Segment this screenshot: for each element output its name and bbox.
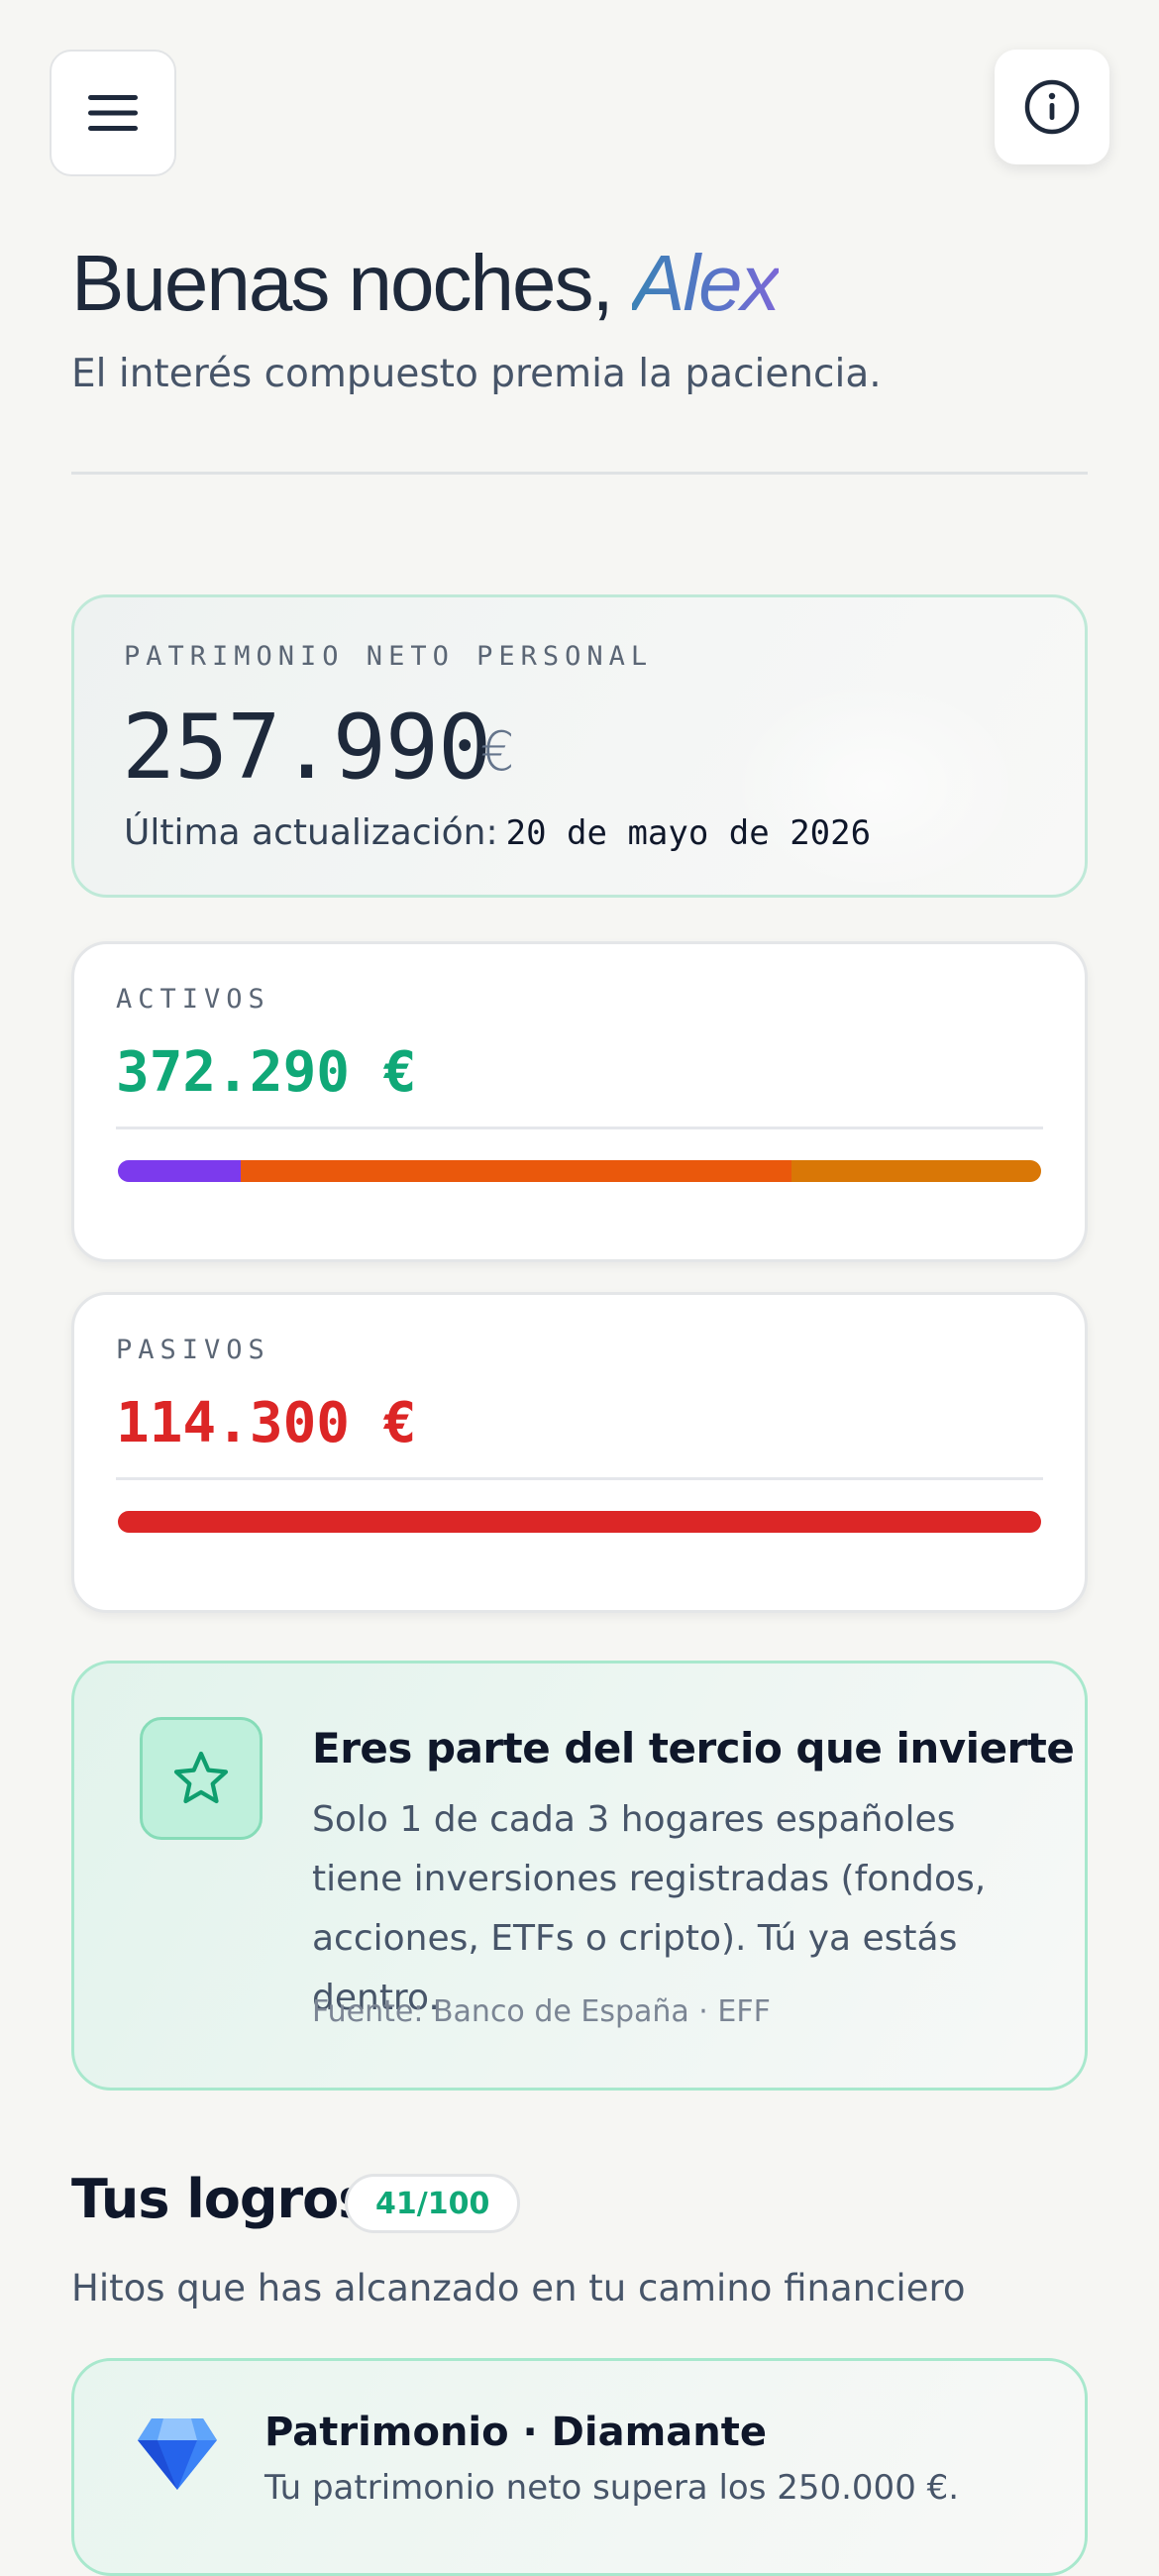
net-worth-value: 257.990 — [122, 696, 491, 800]
assets-segment-3 — [791, 1160, 1041, 1182]
liabilities-breakdown-bar — [118, 1511, 1041, 1533]
greeting-title: Buenas noches, Alex — [71, 234, 781, 333]
diamond-icon — [138, 2418, 217, 2490]
greeting-subtitle: El interés compuesto premia la paciencia… — [71, 352, 882, 396]
divider — [116, 1127, 1043, 1129]
info-circle-icon — [1024, 79, 1080, 135]
liabilities-value: 114.300 € — [116, 1391, 417, 1455]
card-glow-decoration — [728, 677, 1025, 895]
insight-card: Eres parte del tercio que invierte Solo … — [71, 1661, 1088, 2091]
star-icon — [173, 1751, 229, 1804]
user-name: Alex — [631, 239, 781, 327]
greeting-prefix: Buenas noches, — [71, 239, 632, 327]
liabilities-segment-1 — [118, 1511, 1041, 1533]
info-button[interactable] — [995, 50, 1109, 164]
net-worth-currency: € — [480, 720, 515, 783]
insight-title: Eres parte del tercio que invierte — [312, 1724, 1075, 1772]
assets-breakdown-bar — [118, 1160, 1041, 1182]
net-worth-card: PATRIMONIO NETO PERSONAL 257.990 € Últim… — [71, 594, 1088, 898]
achievements-subtitle: Hitos que has alcanzado en tu camino fin… — [71, 2267, 966, 2309]
menu-button[interactable] — [50, 50, 176, 176]
liabilities-card[interactable]: PASIVOS 114.300 € — [71, 1292, 1088, 1613]
last-updated-label: Última actualización: — [124, 812, 498, 853]
achievement-item[interactable]: Patrimonio · Diamante Tu patrimonio neto… — [71, 2358, 1088, 2576]
assets-card[interactable]: ACTIVOS 372.290 € — [71, 941, 1088, 1262]
net-worth-label: PATRIMONIO NETO PERSONAL — [124, 641, 654, 672]
liabilities-label: PASIVOS — [116, 1335, 270, 1365]
hamburger-menu-icon — [88, 95, 138, 131]
insight-icon-box — [140, 1717, 263, 1840]
achievement-description: Tu patrimonio neto supera los 250.000 €. — [264, 2468, 960, 2508]
achievements-count-badge: 41/100 — [345, 2174, 521, 2233]
insight-source: Fuente: Banco de España · EFF — [312, 1994, 771, 2029]
achievements-title: Tus logros — [71, 2168, 369, 2230]
achievement-name: Patrimonio · Diamante — [264, 2410, 767, 2455]
assets-segment-2 — [240, 1160, 792, 1182]
divider — [116, 1477, 1043, 1480]
last-updated: Última actualización: 20 de mayo de 2026 — [124, 808, 871, 858]
divider — [71, 472, 1088, 475]
assets-value: 372.290 € — [116, 1040, 417, 1105]
assets-label: ACTIVOS — [116, 984, 270, 1015]
assets-segment-1 — [118, 1160, 241, 1182]
last-updated-date: 20 de mayo de 2026 — [505, 813, 872, 853]
